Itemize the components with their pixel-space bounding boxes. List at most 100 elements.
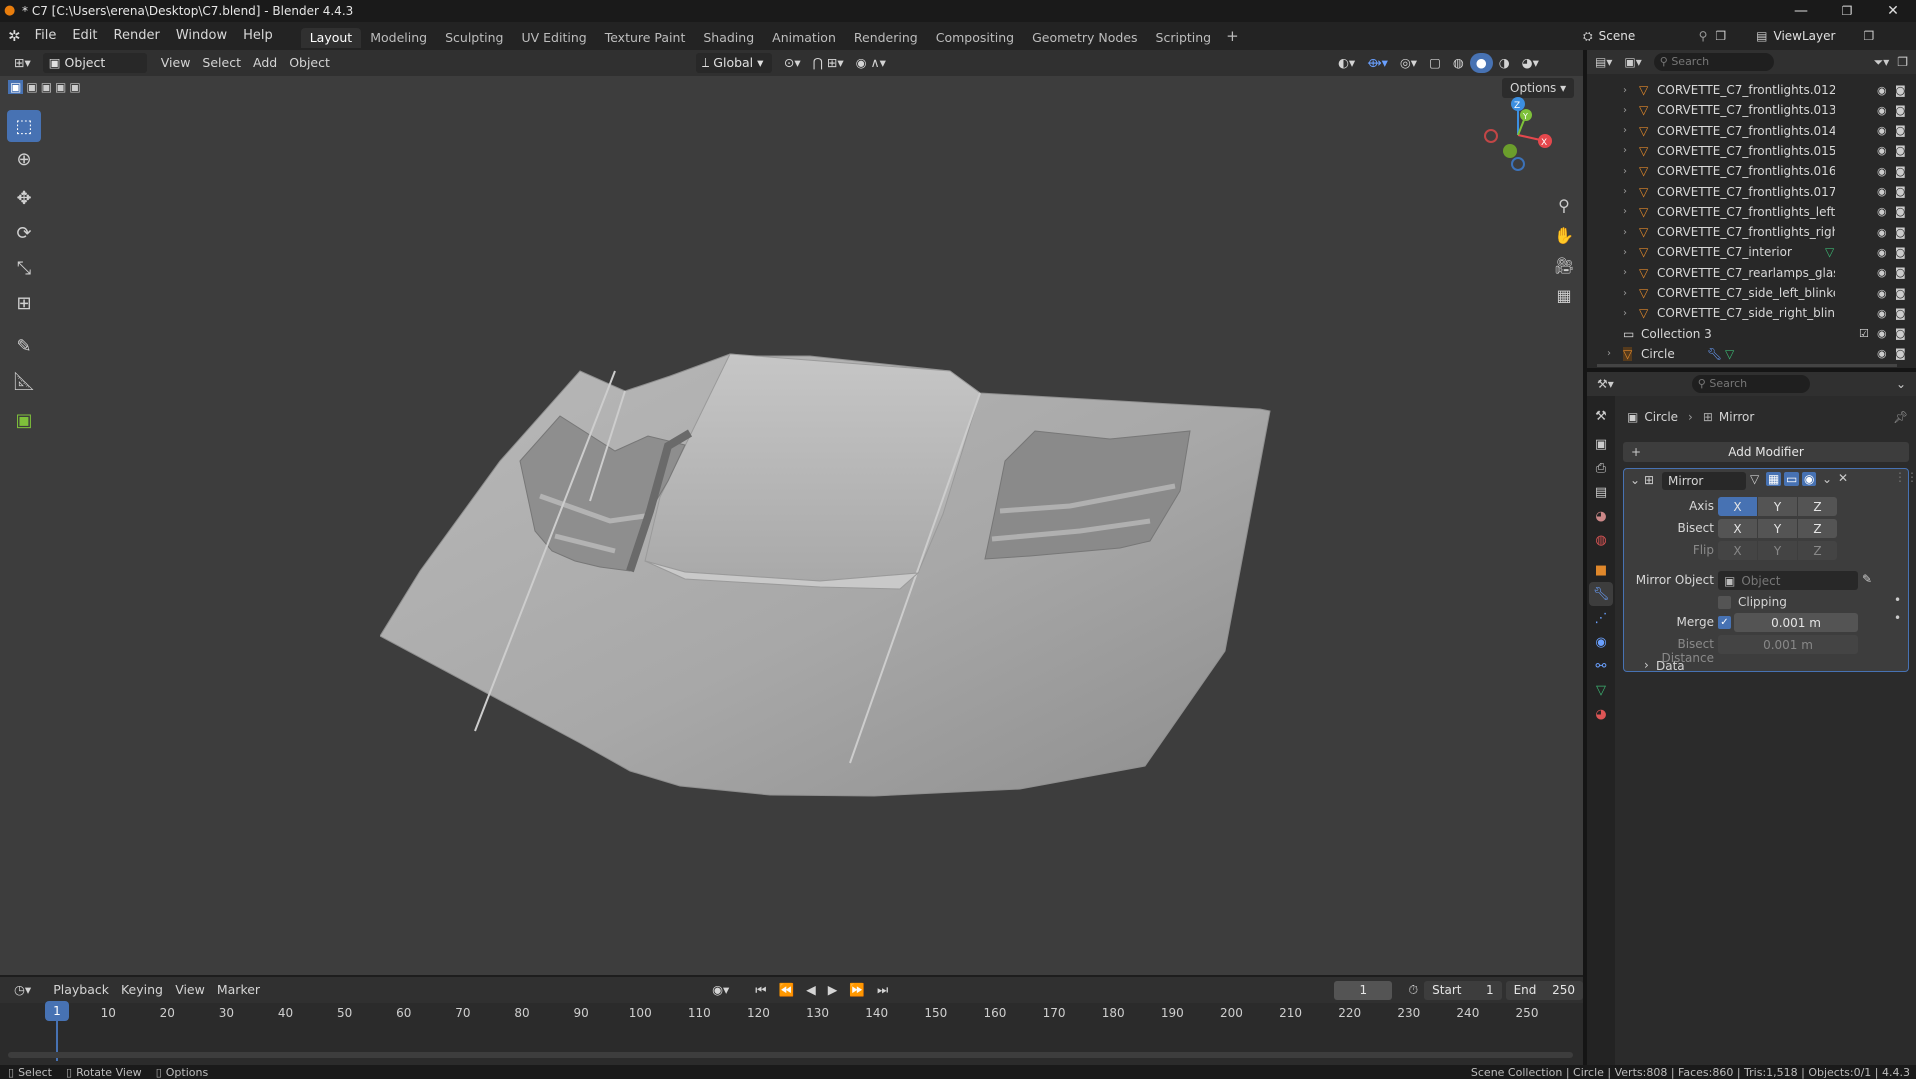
eyedropper-icon[interactable]: ✎ [1862, 572, 1872, 586]
select-invert-icon[interactable]: ▣ [55, 80, 66, 94]
play-icon[interactable]: ▶ [822, 980, 844, 1000]
select-new-icon[interactable]: ▣ [8, 80, 24, 94]
tab-uv-editing[interactable]: UV Editing [512, 28, 595, 48]
tab-texture-paint[interactable]: Texture Paint [596, 28, 695, 48]
menu-keying[interactable]: Keying ▾ [115, 980, 169, 1017]
visibility-eye-icon[interactable]: ◉ [1877, 347, 1887, 360]
end-frame-field[interactable]: End 250 [1505, 980, 1583, 1000]
new-scene-icon[interactable]: ❐ [1715, 29, 1726, 43]
visibility-eye-icon[interactable]: ◉ [1877, 144, 1887, 157]
annotate-tool[interactable]: ✎ [7, 330, 41, 362]
orientation-selector[interactable]: ⟘ Global ▾ [695, 53, 772, 73]
display-mode-icon[interactable]: ▣▾ [1624, 55, 1641, 69]
tab-shading[interactable]: Shading [694, 28, 763, 48]
mesh-data-icon[interactable]: ▽ [1725, 347, 1734, 361]
shading-rendered-icon[interactable]: ◕▾ [1516, 53, 1545, 73]
expand-chevron-icon[interactable]: › [1623, 166, 1627, 177]
collapse-chevron-icon[interactable]: ⌄ [1630, 473, 1640, 487]
object-tab-icon[interactable]: ■ [1589, 558, 1613, 582]
merge-distance-field[interactable]: 0.001 m [1734, 613, 1858, 632]
view-layer-icon[interactable]: ▤ [1756, 29, 1767, 43]
zoom-icon[interactable]: ⚲ [1551, 192, 1577, 218]
modifier-tab-icon[interactable]: 🔧︎ [1589, 582, 1613, 606]
pin-icon[interactable]: ⚲ [1699, 29, 1708, 43]
render-camera-icon[interactable]: ◙ [1895, 144, 1906, 157]
expand-chevron-icon[interactable]: › [1623, 206, 1627, 217]
shading-solid-icon[interactable]: ● [1469, 53, 1493, 73]
overlay-toggle-icon[interactable]: ◎▾ [1394, 53, 1423, 73]
outliner-row[interactable]: › ▽ CORVETTE_C7_side_left_blinker_(◉ ◙ [1587, 283, 1916, 303]
current-frame-field[interactable]: 1 [1334, 980, 1393, 1000]
tool-tab-icon[interactable]: ⚒ [1589, 404, 1613, 428]
menu-playback[interactable]: Playback ▾ [47, 980, 115, 1017]
render-camera-icon[interactable]: ◙ [1895, 226, 1906, 239]
axis-z-toggle[interactable]: Z [1798, 497, 1837, 516]
visibility-eye-icon[interactable]: ◉ [1877, 226, 1887, 239]
bisect-z-toggle[interactable]: Z [1798, 519, 1837, 538]
frame-ruler[interactable]: 10 20 30 40 50 60 70 80 90 100 110 120 130 140 150 160 1… [0, 1003, 1583, 1023]
tab-layout[interactable]: Layout [300, 28, 362, 48]
new-view-layer-icon[interactable]: ❐ [1864, 29, 1875, 43]
pan-hand-icon[interactable]: ✋ [1551, 222, 1577, 248]
render-camera-icon[interactable]: ◙ [1895, 165, 1906, 178]
visibility-eye-icon[interactable]: ◉ [1877, 165, 1887, 178]
scene-tab-icon[interactable]: ◕ [1589, 504, 1613, 528]
move-tool[interactable]: ✥ [7, 182, 41, 214]
outliner-row[interactable]: › ▽ CORVETTE_C7_frontlights.017 ◉ ◙ [1587, 182, 1916, 202]
scale-tool[interactable]: ⤡ [7, 252, 41, 284]
render-camera-icon[interactable]: ◙ [1895, 327, 1906, 340]
expand-chevron-icon[interactable]: › [1623, 186, 1627, 197]
render-camera-icon[interactable]: ◙ [1895, 287, 1906, 300]
filter-icon[interactable]: ⏷▾ [1874, 55, 1890, 70]
remove-modifier-icon[interactable]: ✕ [1838, 471, 1848, 485]
flip-y-toggle[interactable]: Y [1758, 541, 1797, 560]
expand-chevron-icon[interactable]: › [1623, 105, 1627, 116]
timeline-editor-icon[interactable]: ◷▾ [8, 980, 37, 1000]
render-camera-icon[interactable]: ◙ [1895, 307, 1906, 320]
navigation-gizmo[interactable]: Z X Y [1478, 90, 1568, 180]
outliner-row[interactable]: › ▽ CORVETTE_C7_rearlamps_glass ◉ ◙ [1587, 263, 1916, 283]
select-box-tool[interactable]: ⬚ [7, 110, 41, 142]
merge-checkbox[interactable]: ✓ [1718, 616, 1731, 629]
menu-object[interactable]: Object [283, 53, 336, 73]
flip-x-toggle[interactable]: X [1718, 541, 1757, 560]
render-toggle-icon[interactable]: ◉ [1802, 472, 1817, 486]
expand-chevron-icon[interactable]: › [1623, 227, 1627, 238]
select-subtract-icon[interactable]: ▣ [41, 80, 52, 94]
visibility-eye-icon[interactable]: ◉ [1877, 287, 1887, 300]
expand-chevron-icon[interactable]: › [1623, 85, 1627, 96]
render-tab-icon[interactable]: ▣ [1589, 432, 1613, 456]
bisect-x-toggle[interactable]: X [1718, 519, 1757, 538]
preview-range-icon[interactable]: ⏱ [1402, 980, 1424, 1000]
cage-toggle-icon[interactable]: ▦ [1766, 472, 1782, 486]
axis-x-toggle[interactable]: X [1718, 497, 1757, 516]
expand-chevron-icon[interactable]: › [1623, 288, 1627, 299]
menu-edit[interactable]: Edit [64, 22, 105, 50]
camera-view-icon[interactable]: 🎥︎ [1551, 252, 1577, 278]
render-camera-icon[interactable]: ◙ [1895, 347, 1906, 360]
outliner-row[interactable]: › ▽ CORVETTE_C7_interior ▽ ◉ ◙ [1587, 242, 1916, 262]
menu-view[interactable]: View [155, 53, 197, 73]
add-modifier-button[interactable]: + Add Modifier [1623, 442, 1909, 462]
outliner-scrollbar[interactable] [1597, 364, 1897, 367]
bisect-distance-field[interactable]: 0.001 m [1718, 635, 1858, 654]
cursor-tool[interactable]: ⊕ [7, 143, 41, 175]
visibility-eye-icon[interactable]: ◉ [1877, 84, 1887, 97]
expand-chevron-icon[interactable]: › [1623, 308, 1627, 319]
data-tab-icon[interactable]: ▽ [1589, 678, 1613, 702]
transform-tool[interactable]: ⊞ [7, 287, 41, 319]
shading-wireframe-icon[interactable]: ◍ [1447, 53, 1470, 73]
play-reverse-icon[interactable]: ◀ [800, 980, 822, 1000]
new-collection-icon[interactable]: ❐ [1897, 55, 1908, 69]
jump-end-icon[interactable]: ⏭ [871, 980, 894, 1000]
outliner-editor-icon[interactable]: ▤▾ [1595, 55, 1612, 69]
visibility-eye-icon[interactable]: ◉ [1877, 205, 1887, 218]
physics-tab-icon[interactable]: ◉ [1589, 630, 1613, 654]
view-layer-selector[interactable]: ViewLayer [1774, 29, 1864, 43]
axis-gizmo-icon[interactable]: Z X Y [1478, 90, 1568, 180]
render-camera-icon[interactable]: ◙ [1895, 124, 1906, 137]
tab-compositing[interactable]: Compositing [927, 28, 1023, 48]
properties-search-input[interactable]: ⚲ Search [1691, 375, 1810, 393]
expand-chevron-icon[interactable]: › [1623, 145, 1627, 156]
mesh-data-icon[interactable]: ▽ [1825, 245, 1834, 259]
